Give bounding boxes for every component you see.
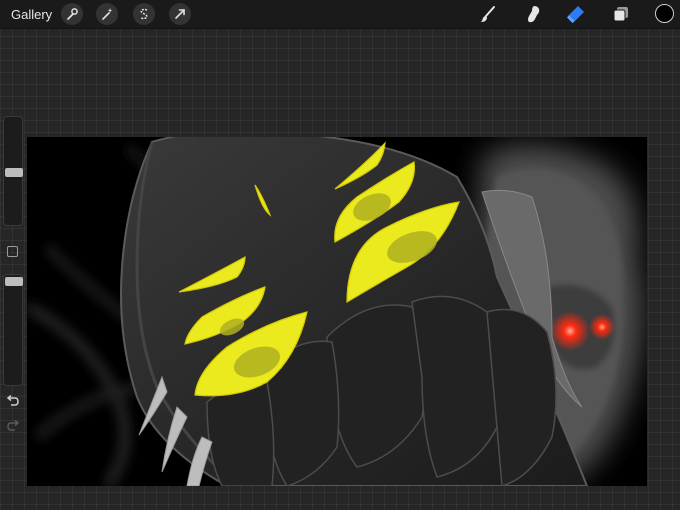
eraser-icon xyxy=(567,6,584,23)
gallery-button[interactable]: Gallery xyxy=(11,7,52,22)
redo-icon[interactable] xyxy=(5,419,21,433)
smudge-icon xyxy=(528,6,540,23)
top-toolbar: Gallery xyxy=(0,0,680,29)
brush-button[interactable] xyxy=(478,4,498,24)
color-picker-button[interactable] xyxy=(655,4,674,23)
brush-icon xyxy=(480,6,495,22)
sidebar xyxy=(2,116,24,436)
undo-icon[interactable] xyxy=(5,394,21,408)
brush-size-slider[interactable] xyxy=(3,116,23,226)
brush-opacity-slider[interactable] xyxy=(3,274,23,386)
actions-button[interactable] xyxy=(61,3,83,25)
magic-wand-icon xyxy=(102,8,113,20)
artwork xyxy=(27,137,647,486)
wrench-icon xyxy=(67,8,78,20)
modify-button[interactable] xyxy=(7,246,18,257)
adjustments-button[interactable] xyxy=(96,3,118,25)
selection-s-icon xyxy=(140,8,148,20)
brush-size-thumb[interactable] xyxy=(5,168,23,178)
layers-icon xyxy=(613,7,628,22)
smudge-button[interactable] xyxy=(524,4,544,24)
eraser-button[interactable] xyxy=(566,4,586,24)
drawing-canvas[interactable] xyxy=(27,137,647,486)
transform-button[interactable] xyxy=(169,3,191,25)
transform-arrow-icon xyxy=(175,9,185,19)
brush-opacity-thumb[interactable] xyxy=(5,277,23,287)
selection-button[interactable] xyxy=(133,3,155,25)
layers-button[interactable] xyxy=(611,4,631,24)
